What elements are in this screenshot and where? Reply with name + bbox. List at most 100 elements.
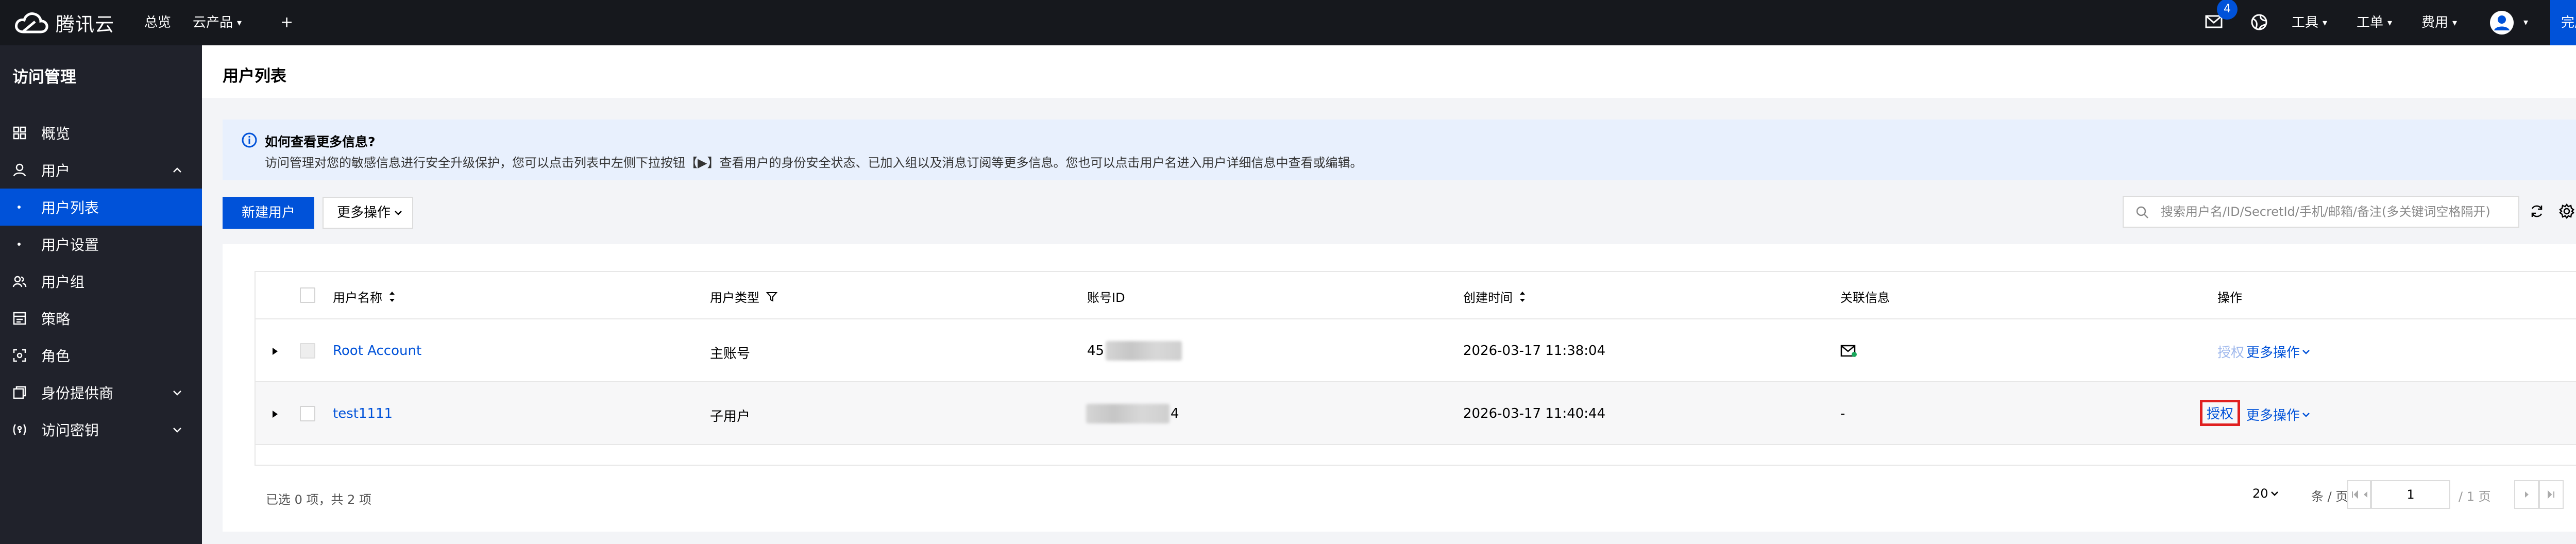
role-icon (13, 349, 26, 362)
sidebar-item-identity-providers[interactable]: 身份提供商 (0, 374, 202, 411)
nav-tools-label: 工具 (2292, 15, 2319, 30)
caret-down-icon: ▾ (2452, 17, 2458, 28)
top-navigation-bar: 腾讯云 总览 云产品▾ + 4 工具▾ 工单▾ 费用▾ ▾ 完成注册 (0, 0, 2576, 45)
key-icon (13, 424, 26, 435)
avatar[interactable] (2489, 10, 2514, 35)
nav-tools[interactable]: 工具 ▾ (2292, 0, 2327, 45)
current-page-input[interactable]: 1 (2371, 480, 2450, 509)
nav-products-label: 云产品 (193, 15, 233, 30)
sidebar-item-policies[interactable]: 策略 (0, 300, 202, 337)
authorize-button-disabled: 授权 (2217, 345, 2245, 361)
page-header: 用户列表 (202, 45, 2576, 98)
info-body: 访问管理对您的敏感信息进行安全升级保护，您可以点击列表中左侧下拉按钮【▶】查看用… (265, 156, 1363, 170)
avatar-caret-icon[interactable]: ▾ (2523, 0, 2528, 45)
first-page-icon[interactable] (2348, 481, 2360, 508)
select-all-checkbox[interactable] (300, 287, 315, 303)
settings-gear-icon[interactable] (2558, 203, 2575, 219)
expand-triangle-icon[interactable] (270, 409, 280, 419)
search-input[interactable] (2160, 201, 2510, 223)
info-banner: 如何查看更多信息? 访问管理对您的敏感信息进行安全升级保护，您可以点击列表中左侧… (223, 120, 2576, 180)
sidebar-item-label: 概览 (41, 125, 71, 142)
sidebar-item-label: 用户 (41, 162, 71, 179)
page-size-value: 20 (2252, 486, 2268, 501)
search-box[interactable] (2123, 196, 2519, 228)
more-operations-button[interactable]: 更多操作 (323, 197, 413, 229)
policy-icon (13, 312, 26, 325)
user-icon (13, 163, 26, 177)
row-checkbox[interactable] (300, 406, 315, 421)
sidebar: 访问管理 概览 用户 用户列表 用户设置 用户组 策略 角色 身份提供商 访问密… (0, 45, 202, 544)
column-header-user-type[interactable]: 用户类型 (710, 287, 778, 305)
column-header-username[interactable]: 用户名称 (333, 287, 396, 305)
new-user-button[interactable]: 新建用户 (223, 197, 314, 229)
user-table-card: 用户名称 用户类型 账号ID 创建时间 关联信息 操作 Root Account… (223, 244, 2576, 532)
sort-icon[interactable] (388, 291, 396, 303)
filter-icon[interactable] (766, 291, 778, 303)
column-header-created-time[interactable]: 创建时间 (1463, 287, 1526, 305)
column-header-association: 关联信息 (1840, 287, 1890, 305)
redacted-account-id (1086, 404, 1170, 423)
table-header: 用户名称 用户类型 账号ID 创建时间 关联信息 操作 (256, 272, 2576, 319)
nav-tickets[interactable]: 工单 ▾ (2357, 0, 2392, 45)
chevron-down-icon (2270, 491, 2278, 496)
sidebar-item-label: 身份提供商 (41, 385, 114, 402)
sidebar-item-roles[interactable]: 角色 (0, 337, 202, 374)
sidebar-item-user-list[interactable]: 用户列表 (0, 189, 202, 226)
more-operations-label: 更多操作 (2246, 345, 2300, 361)
row-more-operations[interactable]: 更多操作 (2246, 405, 2312, 424)
sort-icon[interactable] (1519, 291, 1526, 303)
sidebar-item-label: 用户组 (41, 274, 85, 291)
nav-overview[interactable]: 总览 (144, 0, 171, 45)
sidebar-item-overview[interactable]: 概览 (0, 114, 202, 151)
globe-icon[interactable] (2250, 13, 2268, 31)
more-operations-label: 更多操作 (337, 205, 391, 220)
previous-page-icon[interactable] (2360, 481, 2371, 508)
username-link[interactable]: test1111 (333, 406, 393, 421)
add-shortcut-button[interactable]: + (280, 0, 293, 45)
chevron-down-icon (2302, 412, 2310, 417)
sidebar-item-access-keys[interactable]: 访问密钥 (0, 411, 202, 448)
verified-email-icon (1840, 345, 1857, 357)
row-more-operations[interactable]: 更多操作 (2246, 342, 2312, 361)
column-header-label: 关联信息 (1840, 291, 1890, 305)
more-operations-label: 更多操作 (2246, 408, 2300, 423)
user-type: 主账号 (710, 346, 751, 362)
username-link[interactable]: Root Account (333, 343, 421, 359)
user-type: 子用户 (710, 409, 751, 424)
chevron-down-icon (395, 211, 402, 215)
sidebar-item-user-groups[interactable]: 用户组 (0, 263, 202, 300)
account-id: 45 (1087, 343, 1105, 359)
expand-triangle-icon[interactable] (270, 346, 280, 356)
table-row: Root Account 主账号 45 2026-03-17 11:38:04 … (256, 319, 2576, 382)
sidebar-item-label: 访问密钥 (41, 422, 99, 439)
bullet-icon (18, 243, 21, 246)
sidebar-item-label: 角色 (41, 348, 71, 365)
redacted-account-id (1106, 341, 1182, 361)
user-table: 用户名称 用户类型 账号ID 创建时间 关联信息 操作 Root Account… (255, 271, 2576, 466)
user-group-icon (12, 276, 27, 287)
nav-billing[interactable]: 费用 ▾ (2421, 0, 2457, 45)
page-size-select[interactable]: 20 (2252, 486, 2281, 501)
cloud-logo-icon (15, 12, 48, 33)
selection-summary: 已选 0 项，共 2 项 (266, 492, 372, 507)
info-title: 如何查看更多信息? (265, 134, 376, 149)
sidebar-item-users[interactable]: 用户 (0, 151, 202, 189)
complete-registration-button[interactable]: 完成注册 (2550, 0, 2576, 45)
nav-products[interactable]: 云产品 ▾ (193, 0, 242, 45)
row-checkbox (300, 343, 315, 359)
sidebar-item-label: 用户设置 (41, 236, 99, 253)
column-header-label: 操作 (2217, 291, 2242, 305)
next-page-button[interactable] (2514, 480, 2539, 509)
authorize-button[interactable]: 授权 (2200, 400, 2241, 426)
sidebar-item-label: 用户列表 (41, 199, 99, 216)
page-title: 用户列表 (223, 67, 286, 86)
sidebar-item-user-settings[interactable]: 用户设置 (0, 226, 202, 263)
nav-tickets-label: 工单 (2357, 15, 2384, 30)
refresh-icon[interactable] (2529, 203, 2545, 219)
logo-text: 腾讯云 (56, 13, 114, 36)
last-page-button[interactable] (2539, 480, 2564, 509)
tencent-cloud-logo[interactable]: 腾讯云 (14, 10, 114, 36)
next-page-icon (2525, 491, 2529, 498)
column-header-label: 账号ID (1087, 291, 1125, 305)
column-header-actions: 操作 (2217, 287, 2242, 305)
